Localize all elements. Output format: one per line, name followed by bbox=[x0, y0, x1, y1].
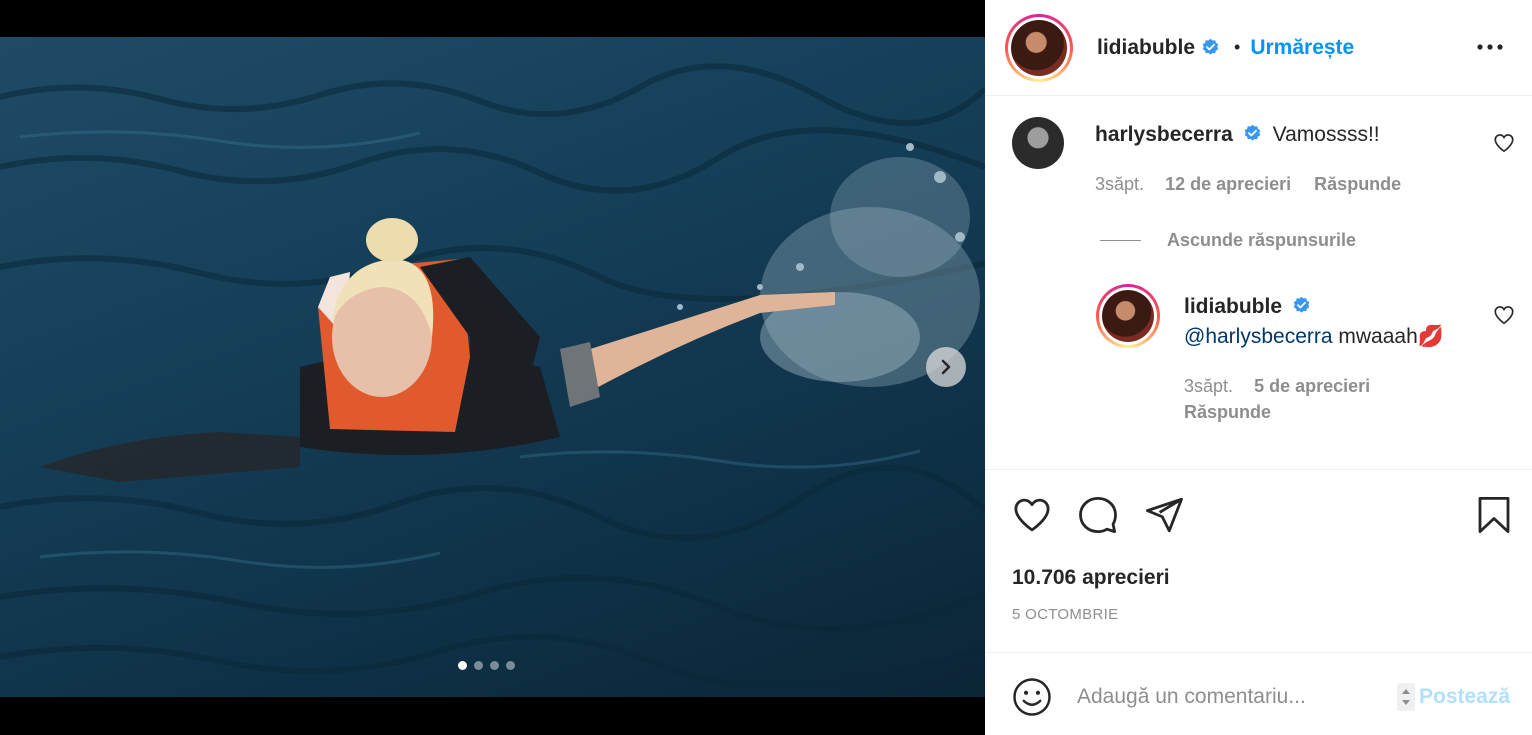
paper-plane-icon[interactable] bbox=[1143, 494, 1185, 536]
carousel-indicator bbox=[458, 661, 515, 670]
reply-reply-row: Răspunde bbox=[1184, 402, 1271, 423]
reply-time[interactable]: 3săpt. bbox=[1184, 376, 1233, 396]
comment-like-heart-icon[interactable] bbox=[1493, 132, 1515, 154]
author-avatar[interactable] bbox=[1005, 13, 1073, 82]
author-username[interactable]: lidiabuble bbox=[1097, 36, 1195, 60]
heart-icon[interactable] bbox=[1011, 494, 1053, 536]
bookmark-icon[interactable] bbox=[1473, 494, 1515, 536]
comments-section: harlysbecerra Vamossss!! 3săpt. 12 de ap… bbox=[985, 97, 1532, 469]
header-separator: • bbox=[1234, 37, 1241, 57]
reply-author-avatar[interactable] bbox=[1096, 284, 1160, 348]
add-comment-bar: Postează bbox=[985, 652, 1532, 735]
comment-likes[interactable]: 12 de aprecieri bbox=[1165, 174, 1291, 194]
verified-badge-icon bbox=[1244, 124, 1261, 141]
post-sidebar: lidiabuble • Urmărește harlysbecerra Vam… bbox=[985, 0, 1532, 735]
emoji-icon[interactable] bbox=[1011, 676, 1053, 718]
comment-reply-button[interactable]: Răspunde bbox=[1314, 174, 1401, 194]
reply-username[interactable]: lidiabuble bbox=[1184, 295, 1282, 318]
avatar-ring-inner bbox=[1099, 287, 1157, 345]
reply-body: @harlysbecerra mwaaah💋 bbox=[1184, 325, 1444, 349]
comment-input[interactable] bbox=[1077, 677, 1367, 717]
post-photo[interactable] bbox=[0, 37, 985, 697]
hide-replies-button[interactable]: Ascunde răspunsurile bbox=[1100, 230, 1356, 251]
chevron-right-icon bbox=[941, 359, 951, 375]
comment-time[interactable]: 3săpt. bbox=[1095, 174, 1144, 194]
reply-text: mwaaah💋 bbox=[1332, 325, 1444, 348]
post-date[interactable]: 5 OCTOMBRIE bbox=[1012, 606, 1118, 623]
comment-username[interactable]: harlysbecerra bbox=[1095, 123, 1233, 146]
verified-badge-icon bbox=[1202, 38, 1219, 55]
swimmer-photo-illustration bbox=[0, 63, 985, 689]
spinner-arrows-icon[interactable] bbox=[1397, 683, 1415, 711]
commenter-avatar[interactable] bbox=[1012, 117, 1064, 169]
comment-body: harlysbecerra Vamossss!! bbox=[1095, 123, 1380, 147]
avatar-image bbox=[1102, 290, 1154, 342]
more-options-button[interactable] bbox=[1476, 33, 1504, 61]
avatar-ring-inner bbox=[1008, 16, 1070, 79]
post-actions: 10.706 aprecieri 5 OCTOMBRIE bbox=[985, 469, 1532, 649]
post-comment-button[interactable]: Postează bbox=[1419, 685, 1510, 709]
carousel-dot bbox=[474, 661, 483, 670]
reply-header: lidiabuble bbox=[1184, 295, 1311, 319]
carousel-dot-active bbox=[458, 661, 467, 670]
post-media bbox=[0, 0, 985, 735]
comment-meta: 3săpt. 12 de aprecieri Răspunde bbox=[1095, 174, 1401, 195]
divider-line bbox=[1100, 240, 1141, 241]
likes-count[interactable]: 10.706 aprecieri bbox=[1012, 566, 1170, 590]
reply-likes[interactable]: 5 de aprecieri bbox=[1254, 376, 1370, 396]
avatar-image bbox=[1011, 19, 1067, 76]
hide-replies-label: Ascunde răspunsurile bbox=[1167, 230, 1357, 250]
reply-meta: 3săpt. 5 de aprecieri bbox=[1184, 376, 1370, 397]
comment-icon[interactable] bbox=[1077, 494, 1119, 536]
reply-reply-button[interactable]: Răspunde bbox=[1184, 402, 1271, 422]
reply-mention-link[interactable]: @harlysbecerra bbox=[1184, 325, 1333, 348]
carousel-dot bbox=[490, 661, 499, 670]
post-header: lidiabuble • Urmărește bbox=[985, 0, 1532, 96]
comment-text: Vamossss!! bbox=[1272, 123, 1380, 146]
verified-badge-icon bbox=[1294, 296, 1310, 313]
carousel-dot bbox=[506, 661, 515, 670]
reply-like-heart-icon[interactable] bbox=[1493, 304, 1515, 326]
carousel-next-button[interactable] bbox=[926, 347, 966, 387]
more-options-icon bbox=[1477, 44, 1503, 50]
follow-button[interactable]: Urmărește bbox=[1250, 36, 1354, 60]
